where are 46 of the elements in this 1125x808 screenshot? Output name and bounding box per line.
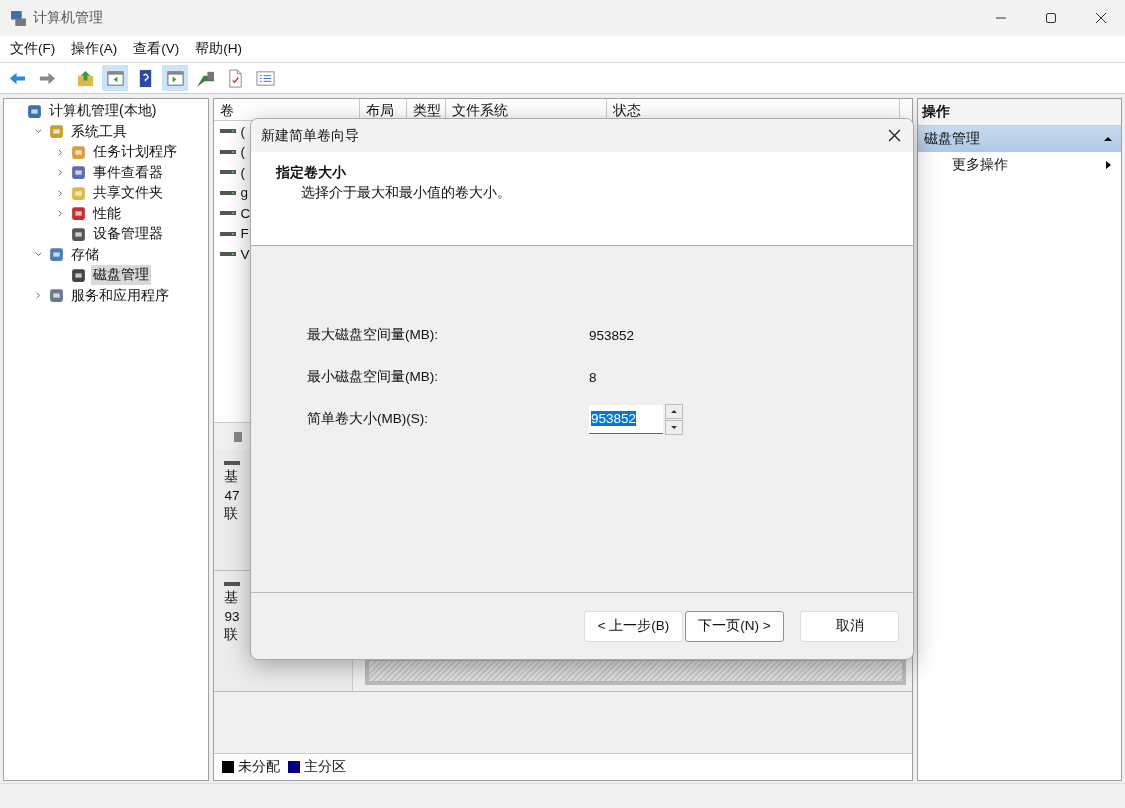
field-label: 最小磁盘空间量(MB):: [307, 368, 439, 386]
table-cell: g: [240, 185, 248, 201]
disk-info: 47: [224, 488, 241, 503]
table-cell: V: [240, 246, 250, 262]
tree-item[interactable]: 事件查看器: [91, 162, 165, 183]
disk-info: 联: [224, 626, 240, 644]
size-field[interactable]: 953852: [589, 404, 663, 434]
disk-info: 联: [224, 505, 240, 523]
tree-item[interactable]: 任务计划程序: [91, 142, 179, 163]
menu-item[interactable]: 查看(V): [129, 38, 184, 60]
table-cell: (: [240, 164, 245, 180]
field-value: 953852: [589, 327, 635, 343]
disk-info: 基: [224, 589, 240, 607]
section-label: 磁盘管理: [924, 130, 981, 148]
tree-item[interactable]: 系统工具: [69, 121, 129, 142]
field-label: 简单卷大小(MB)(S):: [307, 410, 429, 428]
dialog-title: 新建简单卷向导: [261, 126, 359, 145]
field-label: 最大磁盘空间量(MB):: [307, 326, 439, 344]
field-value: 8: [589, 369, 597, 385]
action-item[interactable]: 更多操作: [952, 156, 1009, 174]
tree-item[interactable]: 存储: [69, 244, 101, 265]
table-cell: C: [240, 205, 251, 221]
pane-header: 操作: [918, 99, 1121, 126]
tree-item[interactable]: 服务和应用程序: [69, 285, 171, 306]
window-title: 计算机管理: [33, 9, 103, 27]
tree-item[interactable]: 磁盘管理: [91, 265, 151, 286]
tree-item[interactable]: 设备管理器: [91, 224, 165, 245]
menu-item[interactable]: 操作(A): [67, 38, 122, 60]
action-section[interactable]: 磁盘管理: [918, 126, 1121, 152]
disk-info: 93: [224, 609, 241, 624]
table-cell: F: [240, 226, 249, 242]
table-cell: (: [240, 123, 245, 139]
disk-info: 基: [224, 468, 240, 486]
step-description: 选择介于最大和最小值的卷大小。: [301, 184, 512, 202]
legend-label: 主分区: [304, 758, 347, 776]
tree-item[interactable]: 计算机管理(本地): [47, 101, 159, 122]
wizard-button[interactable]: < 上一步(B): [584, 610, 683, 642]
wizard-button[interactable]: 取消: [800, 610, 899, 642]
tree-item[interactable]: 性能: [91, 203, 123, 224]
wizard-button[interactable]: 下一页(N) >: [685, 610, 784, 642]
step-heading: 指定卷大小: [276, 164, 347, 182]
menu-item[interactable]: 帮助(H): [191, 38, 246, 60]
legend-label: 未分配: [238, 758, 281, 776]
tree-item[interactable]: 共享文件夹: [91, 183, 165, 204]
table-cell: (: [240, 144, 245, 160]
menu-item[interactable]: 文件(F): [6, 38, 60, 60]
